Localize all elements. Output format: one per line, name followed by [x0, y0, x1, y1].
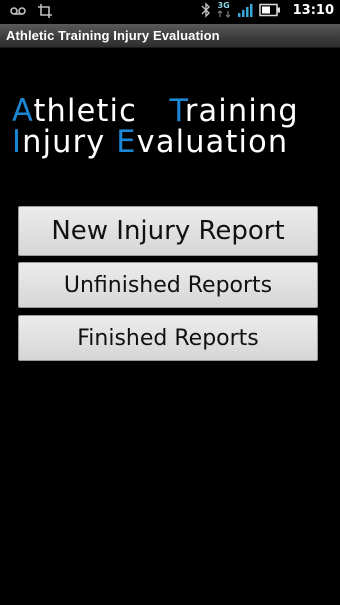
- clock: 13:10: [292, 2, 334, 18]
- app-logo: Athletic Training Injury Evaluation: [12, 96, 332, 158]
- status-bar-system: 3G 13:10: [201, 2, 334, 18]
- signal-icon: [237, 4, 253, 17]
- logo-initial-i: I: [12, 124, 23, 160]
- logo-gap: [105, 124, 116, 160]
- network-type-indicator: 3G: [217, 2, 231, 18]
- logo-line-2: Injury Evaluation: [12, 127, 288, 158]
- bluetooth-icon: [201, 2, 210, 18]
- data-arrows-icon: [217, 10, 231, 18]
- voicemail-icon: [10, 7, 26, 15]
- status-bar: 3G 13:10: [0, 0, 340, 24]
- network-type-label: 3G: [217, 1, 230, 10]
- app-title: Athletic Training Injury Evaluation: [6, 28, 220, 43]
- logo-word-injury: njury: [22, 124, 106, 160]
- unfinished-reports-button[interactable]: Unfinished Reports: [18, 262, 318, 308]
- screenshot-crop-icon: [38, 4, 52, 18]
- logo-line-1: Athletic Training: [12, 96, 299, 127]
- title-bar: Athletic Training Injury Evaluation: [0, 24, 340, 48]
- logo-initial-e: E: [116, 124, 137, 160]
- logo-word-evaluation: valuation: [136, 124, 289, 160]
- status-bar-notifications: [10, 4, 52, 18]
- finished-reports-button[interactable]: Finished Reports: [18, 315, 318, 361]
- new-injury-report-button[interactable]: New Injury Report: [18, 206, 318, 256]
- battery-icon: [258, 3, 280, 17]
